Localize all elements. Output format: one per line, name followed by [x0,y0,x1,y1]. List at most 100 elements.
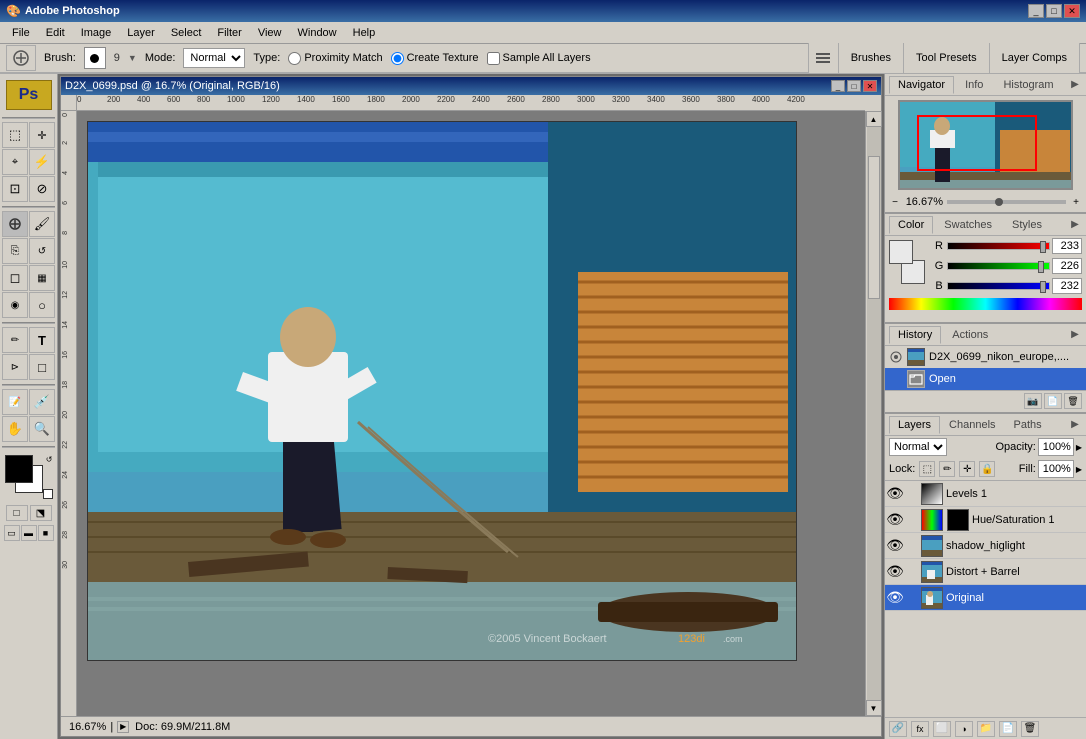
menu-help[interactable]: Help [345,25,384,41]
layer-row-shadow[interactable]: 👁 shadow_higlight [885,533,1086,559]
tool-options-icon[interactable] [6,45,36,71]
channels-tab[interactable]: Channels [940,416,1004,434]
eyedropper-tool[interactable]: 💉 [29,389,55,415]
brush-dropdown-arrow[interactable]: ▼ [128,53,137,63]
menu-file[interactable]: File [4,25,38,41]
info-tab[interactable]: Info [956,76,992,94]
brush-tool[interactable]: 🖌 [29,211,55,237]
history-tab[interactable]: History [889,326,941,344]
layer-trash-btn[interactable]: 🗑 [1021,721,1039,737]
lock-transparent-btn[interactable]: ⬚ [919,461,935,477]
menu-view[interactable]: View [250,25,290,41]
layer-vis-distort[interactable]: 👁 [887,564,903,580]
layer-row-distort[interactable]: 👁 Distort + Barrel [885,559,1086,585]
history-item-open[interactable]: Open [885,368,1086,390]
clone-stamp-tool[interactable]: ⎘ [2,238,28,264]
history-item-file[interactable]: D2X_0699_nikon_europe,.... [885,346,1086,368]
doc-close-btn[interactable]: ✕ [863,80,877,92]
menu-edit[interactable]: Edit [38,25,73,41]
type-tool[interactable]: T [29,327,55,353]
screen-mode-2[interactable]: ▬ [21,525,37,541]
proximity-match-radio[interactable]: Proximity Match [288,52,382,65]
brush-size-value[interactable]: 9 [114,52,120,64]
scroll-v-thumb[interactable] [868,156,880,299]
menu-window[interactable]: Window [290,25,345,41]
color-tab[interactable]: Color [889,216,933,234]
fill-arrow[interactable]: ▶ [1076,465,1082,474]
layer-folder-btn[interactable]: 📁 [977,721,995,737]
brushes-toggle-btn[interactable] [809,43,839,73]
magic-wand-tool[interactable]: ⚡ [29,149,55,175]
new-snapshot-btn[interactable]: 📷 [1024,393,1042,409]
g-slider[interactable] [947,262,1050,270]
opacity-input[interactable] [1038,438,1074,456]
brush-preview[interactable] [84,47,106,69]
slice-tool[interactable]: ⊘ [29,176,55,202]
close-button[interactable]: ✕ [1064,4,1080,18]
paths-tab[interactable]: Paths [1005,416,1051,434]
history-state-btn-1[interactable] [889,350,903,364]
layer-row-hue[interactable]: 👁 Hue/Saturation 1 [885,507,1086,533]
tool-presets-tab[interactable]: Tool Presets [904,43,990,73]
navigator-tab[interactable]: Navigator [889,76,954,94]
selection-path-tool[interactable]: ⊳ [2,354,28,380]
standard-mode-btn[interactable]: □ [6,505,28,521]
lock-pixels-btn[interactable]: ✏ [939,461,955,477]
actions-tab[interactable]: Actions [943,326,997,344]
history-close-btn[interactable]: ▶ [1068,328,1082,342]
maximize-button[interactable]: □ [1046,4,1062,18]
layer-vis-hue[interactable]: 👁 [887,512,903,528]
create-texture-radio[interactable]: Create Texture [391,52,479,65]
r-value[interactable]: 233 [1052,238,1082,254]
scroll-down-btn[interactable]: ▼ [866,700,882,716]
color-close-btn[interactable]: ▶ [1068,218,1082,232]
layer-vis-shadow[interactable]: 👁 [887,538,903,554]
eraser-tool[interactable]: ◻ [2,265,28,291]
layer-new-btn[interactable]: 📄 [999,721,1017,737]
layer-row-original[interactable]: 👁 Original [885,585,1086,611]
b-value[interactable]: 232 [1052,278,1082,294]
doc-minimize-btn[interactable]: _ [831,80,845,92]
scroll-up-btn[interactable]: ▲ [866,111,882,127]
layers-close-btn[interactable]: ▶ [1068,418,1082,432]
nav-zoom-slider[interactable] [947,200,1066,204]
layer-adjustment-btn[interactable]: ◑ [955,721,973,737]
screen-mode-3[interactable]: ■ [38,525,54,541]
path-tool[interactable]: ✏ [2,327,28,353]
doc-restore-btn[interactable]: □ [847,80,861,92]
mode-select[interactable]: Normal [183,48,245,68]
sample-all-layers-check[interactable]: Sample All Layers [487,52,591,65]
minimize-button[interactable]: _ [1028,4,1044,18]
vertical-scrollbar[interactable]: ▲ ▼ [865,111,881,716]
menu-image[interactable]: Image [73,25,120,41]
brushes-tab[interactable]: Brushes [839,43,904,73]
menu-layer[interactable]: Layer [119,25,163,41]
blur-tool[interactable]: ◉ [2,292,28,318]
default-colors-btn[interactable]: ↺ [46,455,53,464]
dodge-tool[interactable]: ○ [29,292,55,318]
menu-select[interactable]: Select [163,25,210,41]
g-value[interactable]: 226 [1052,258,1082,274]
fg-color-display[interactable] [889,240,913,264]
layer-mask-btn[interactable]: ⬜ [933,721,951,737]
quick-mask-btn[interactable]: ⬔ [30,505,52,521]
zoom-tool[interactable]: 🔍 [29,416,55,442]
canvas-viewport[interactable]: ©2005 Vincent Bockaert 123di .com [77,111,865,716]
new-document-btn[interactable]: 📄 [1044,393,1062,409]
layer-row-levels[interactable]: 👁 Levels 1 [885,481,1086,507]
layer-vis-levels[interactable]: 👁 [887,486,903,502]
layer-comps-tab[interactable]: Layer Comps [990,43,1080,73]
crop-tool[interactable]: ⊡ [2,176,28,202]
screen-mode-1[interactable]: ▭ [4,525,20,541]
foreground-color-swatch[interactable] [5,455,33,483]
styles-tab[interactable]: Styles [1003,216,1051,234]
navigator-close-btn[interactable]: ▶ [1068,78,1082,92]
fill-input[interactable] [1038,460,1074,478]
lasso-tool[interactable]: ⌖ [2,149,28,175]
swap-colors-btn[interactable] [43,489,53,499]
opacity-arrow[interactable]: ▶ [1076,443,1082,452]
notes-tool[interactable]: 📝 [2,389,28,415]
hand-tool[interactable]: ✋ [2,416,28,442]
move-tool[interactable]: ✛ [29,122,55,148]
marquee-tool[interactable]: ⬚ [2,122,28,148]
